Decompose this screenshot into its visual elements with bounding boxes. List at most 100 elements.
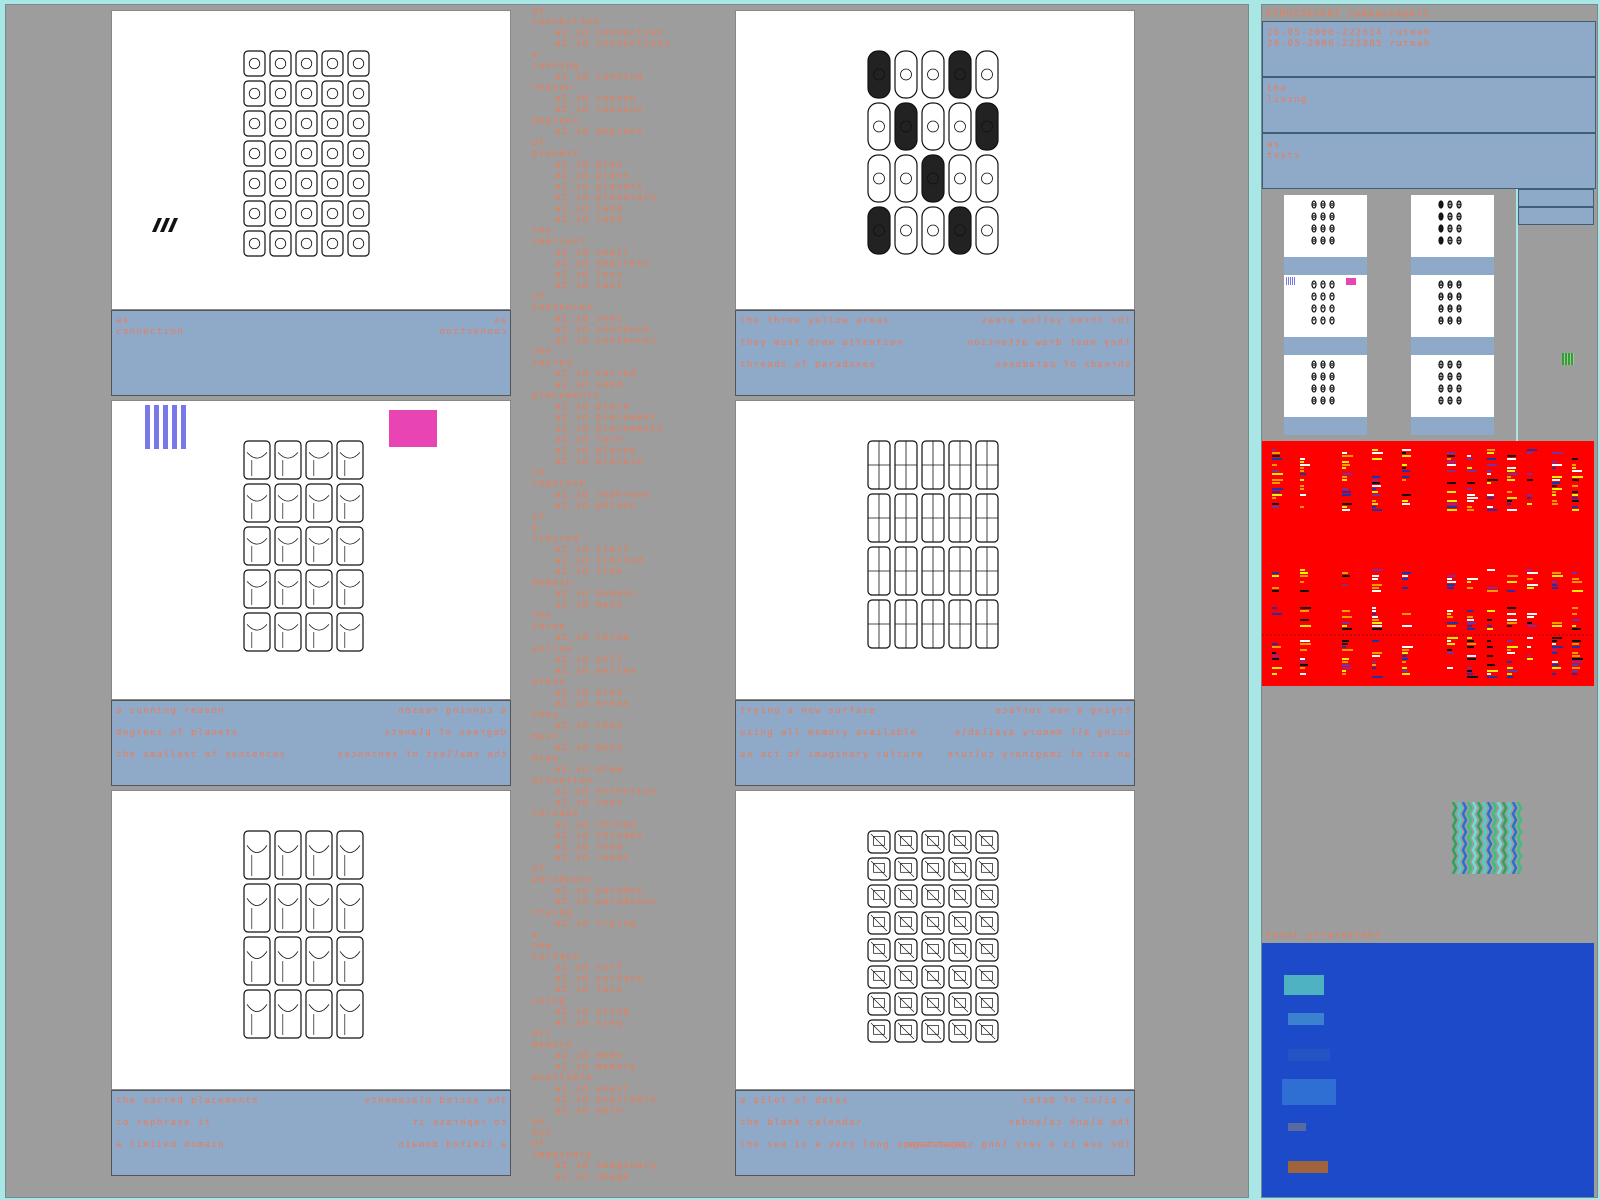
index-subentry[interactable]: a2_id placed: [532, 446, 722, 457]
index-subentry[interactable]: a2_id small: [532, 248, 722, 259]
image-card[interactable]: the three yellow areas the three yellow a…: [735, 10, 1135, 396]
living-box[interactable]: the living: [1262, 77, 1596, 133]
index-subentry[interactable]: a2_id seed: [532, 380, 722, 391]
index-subentry[interactable]: a2_id trying: [532, 919, 722, 930]
index-word[interactable]: sacred: [532, 358, 722, 369]
index-word[interactable]: the: [532, 611, 722, 622]
index-subentry[interactable]: a2_id reasons: [532, 105, 722, 116]
blue-block-3[interactable]: [1288, 1049, 1330, 1061]
index-subentry[interactable]: a2_id threads: [532, 831, 722, 842]
index-word[interactable]: reason: [532, 83, 722, 94]
index-subentry[interactable]: a2_id available: [532, 1095, 722, 1106]
index-subentry[interactable]: a2_id land: [532, 204, 722, 215]
index-word[interactable]: domain: [532, 578, 722, 589]
image-card[interactable]: trying a new surface trying a new surface…: [735, 400, 1135, 786]
index-subentry[interactable]: a2_id yellow: [532, 666, 722, 677]
index-subentry[interactable]: a2_id plans: [532, 171, 722, 182]
index-word[interactable]: a: [532, 50, 722, 61]
sketch-image[interactable]: [735, 400, 1135, 700]
index-subentry[interactable]: a2_id imaginary: [532, 1161, 722, 1172]
index-word[interactable]: rephrase: [532, 479, 722, 490]
thumbnail[interactable]: [1284, 275, 1367, 355]
index-subentry[interactable]: a2_id surf: [532, 963, 722, 974]
index-word[interactable]: degrees: [532, 116, 722, 127]
index-subentry[interactable]: a2_id avail: [532, 1084, 722, 1095]
index-subentry[interactable]: a2_id less: [532, 270, 722, 281]
index-word[interactable]: imaginary: [532, 1150, 722, 1161]
index-subentry[interactable]: a2_id sing: [532, 1018, 722, 1029]
sidebar-title[interactable]: STRUTSELEKT rudeansagett: [1266, 9, 1430, 20]
index-word[interactable]: they: [532, 710, 722, 721]
index-word[interactable]: of: [532, 292, 722, 303]
index-subentry[interactable]: a2_id using: [532, 1007, 722, 1018]
index-subentry[interactable]: a2_id yell: [532, 655, 722, 666]
index-subentry[interactable]: a2_id land: [532, 215, 722, 226]
index-word[interactable]: as: [532, 6, 722, 17]
index-subentry[interactable]: a2_id sent: [532, 314, 722, 325]
index-subentry[interactable]: a2_id main: [532, 600, 722, 611]
image-card[interactable]: as connection as connection: [111, 10, 511, 396]
index-subentry[interactable]: a2_id plan: [532, 160, 722, 171]
index-subentry[interactable]: a2_id thread: [532, 820, 722, 831]
index-word[interactable]: the: [532, 347, 722, 358]
index-word[interactable]: available: [532, 1073, 722, 1084]
index-subentry[interactable]: a2_id sacred: [532, 369, 722, 380]
index-word[interactable]: connection: [532, 17, 722, 28]
index-subentry[interactable]: a2_id read: [532, 842, 722, 853]
index-word[interactable]: to: [532, 468, 722, 479]
index-word[interactable]: all: [532, 1029, 722, 1040]
index-word[interactable]: sentences: [532, 303, 722, 314]
index-word[interactable]: a: [532, 930, 722, 941]
index-subentry[interactable]: a2_id image: [532, 1172, 722, 1183]
sidebar-tab-1[interactable]: [1518, 189, 1594, 207]
index-subentry[interactable]: a2_id paradoxes: [532, 897, 722, 908]
index-subentry[interactable]: a2_id must: [532, 743, 722, 754]
index-word[interactable]: planets: [532, 149, 722, 160]
index-word[interactable]: using: [532, 996, 722, 1007]
index-subentry[interactable]: a2_id memo: [532, 1051, 722, 1062]
image-card[interactable]: a pilot of dates a pilot of dates the blan…: [735, 790, 1135, 1176]
index-word[interactable]: an: [532, 1117, 722, 1128]
index-subentry[interactable]: a2_id limited: [532, 556, 722, 567]
blue-block-5[interactable]: [1288, 1123, 1306, 1131]
index-subentry[interactable]: a2_id limit: [532, 545, 722, 556]
index-subentry[interactable]: a2_id sentence: [532, 325, 722, 336]
index-subentry[interactable]: a2_id place: [532, 402, 722, 413]
index-subentry[interactable]: a2_id face: [532, 985, 722, 996]
index-subentry[interactable]: a2_id placete: [532, 457, 722, 468]
index-word[interactable]: of: [532, 1139, 722, 1150]
index-subentry[interactable]: a2_id draw: [532, 765, 722, 776]
sketch-image[interactable]: [735, 10, 1135, 310]
texts-box[interactable]: as texts: [1262, 133, 1596, 189]
index-word[interactable]: cunning: [532, 61, 722, 72]
thumbnail[interactable]: [1411, 355, 1494, 435]
index-subentry[interactable]: a2_id degrees: [532, 127, 722, 138]
index-word[interactable]: must: [532, 732, 722, 743]
index-subentry[interactable]: a2_id area: [532, 688, 722, 699]
index-word[interactable]: yellow: [532, 644, 722, 655]
blue-block-1[interactable]: [1284, 975, 1324, 995]
index-word[interactable]: three: [532, 622, 722, 633]
index-word[interactable]: new: [532, 941, 722, 952]
blue-block-2[interactable]: [1288, 1013, 1324, 1025]
index-subentry[interactable]: a2_id planets: [532, 182, 722, 193]
index-word[interactable]: draw: [532, 754, 722, 765]
index-subentry[interactable]: a2_id attention: [532, 787, 722, 798]
sketch-image[interactable]: [111, 10, 511, 310]
index-word[interactable]: of: [532, 864, 722, 875]
blue-block-4[interactable]: [1282, 1079, 1336, 1105]
index-subentry[interactable]: a2_id connection: [532, 28, 722, 39]
index-subentry[interactable]: a2_id three: [532, 633, 722, 644]
index-subentry[interactable]: a2_id planetary: [532, 193, 722, 204]
index-word[interactable]: attention: [532, 776, 722, 787]
index-word[interactable]: the: [532, 226, 722, 237]
index-word[interactable]: it: [532, 512, 722, 523]
index-subentry[interactable]: a2_id lime: [532, 567, 722, 578]
sketch-image[interactable]: [111, 790, 511, 1090]
sketch-image[interactable]: [111, 400, 511, 700]
index-subentry[interactable]: a2_id paradox: [532, 886, 722, 897]
index-subentry[interactable]: a2_id lace: [532, 435, 722, 446]
thumbnail[interactable]: [1284, 195, 1367, 275]
sidebar-tab-2[interactable]: [1518, 207, 1594, 225]
index-word[interactable]: surface: [532, 952, 722, 963]
